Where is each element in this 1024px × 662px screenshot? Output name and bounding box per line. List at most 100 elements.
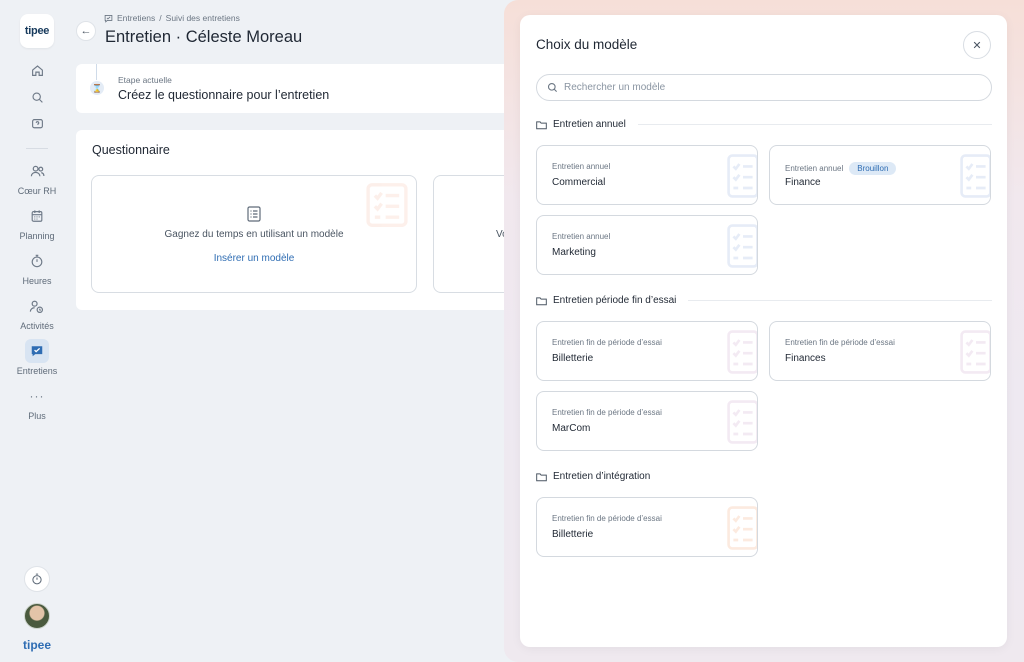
hourglass-icon: ⌛ xyxy=(90,81,104,95)
search-field[interactable] xyxy=(536,74,992,101)
interview-icon xyxy=(104,14,113,23)
template-type-text: Entretien annuel xyxy=(552,162,611,171)
template-card[interactable]: Entretien fin de période d’essai Billett… xyxy=(536,321,758,381)
use-template-option[interactable]: Gagnez du temps en utilisant un modèle I… xyxy=(91,175,417,293)
breadcrumb-item-entretiens[interactable]: Entretiens xyxy=(117,13,155,23)
template-type-text: Entretien annuel xyxy=(785,164,844,173)
template-type: Entretien annuel Brouillon xyxy=(785,162,897,175)
template-group-header: Entretien d’intégration xyxy=(536,471,992,482)
step-text: Créez le questionnaire pour l’entretien xyxy=(118,88,330,102)
checklist-watermark-icon xyxy=(727,400,757,444)
folder-icon xyxy=(536,296,547,305)
calendar-icon xyxy=(25,204,49,228)
sidebar-item-heures[interactable]: Heures xyxy=(22,249,52,286)
template-group-header: Entretien période fin d’essai xyxy=(536,295,992,306)
help-icon[interactable] xyxy=(27,114,47,134)
template-type-text: Entretien fin de période d’essai xyxy=(552,408,662,417)
sidebar-divider xyxy=(26,148,48,149)
template-card[interactable]: Entretien annuel Marketing xyxy=(536,215,758,275)
insert-template-link[interactable]: Insérer un modèle xyxy=(92,253,416,264)
group-title: Entretien d’intégration xyxy=(553,471,651,482)
checklist-watermark-icon xyxy=(960,330,990,374)
breadcrumb: Entretiens / Suivi des entretiens xyxy=(104,13,240,23)
stopwatch-icon xyxy=(25,249,49,273)
sidebar-item-label: Heures xyxy=(22,276,52,286)
folder-icon xyxy=(536,472,547,481)
checklist-watermark-icon xyxy=(727,154,757,198)
search-icon[interactable] xyxy=(27,87,47,107)
group-divider xyxy=(688,300,992,301)
close-icon: ✕ xyxy=(972,39,982,52)
page-title: Entretien · Céleste Moreau xyxy=(105,28,303,46)
search-icon xyxy=(547,82,558,93)
arrow-left-icon: ← xyxy=(80,25,92,37)
avatar[interactable] xyxy=(24,603,50,629)
sidebar-item-planning[interactable]: Planning xyxy=(19,204,55,241)
search-input[interactable] xyxy=(564,82,964,93)
template-name: Marketing xyxy=(552,247,596,258)
template-group-header: Entretien annuel xyxy=(536,119,992,130)
status-badge: Brouillon xyxy=(849,162,897,175)
template-card[interactable]: Entretien annuel Commercial xyxy=(536,145,758,205)
template-type: Entretien fin de période d’essai xyxy=(552,338,662,347)
template-card[interactable]: Entretien fin de période d’essai Billett… xyxy=(536,497,758,557)
interview-icon xyxy=(25,339,49,363)
template-type: Entretien fin de période d’essai xyxy=(552,408,662,417)
checklist-watermark-icon xyxy=(727,224,757,268)
template-name: Billetterie xyxy=(552,353,594,364)
home-icon[interactable] xyxy=(27,60,47,80)
timer-button[interactable] xyxy=(24,566,50,592)
template-type-text: Entretien fin de période d’essai xyxy=(785,338,895,347)
sidebar: tipee Cœur RH Planning Heures Activités … xyxy=(0,0,74,662)
breadcrumb-separator: / xyxy=(159,13,162,23)
stopwatch-icon xyxy=(32,573,42,585)
sidebar-item-coeur-rh[interactable]: Cœur RH xyxy=(17,159,57,196)
more-icon: ··· xyxy=(29,389,45,403)
template-choice-drawer: Choix du modèle ✕ Entretien annuel Entre… xyxy=(520,15,1007,647)
template-name: Billetterie xyxy=(552,529,594,540)
document-list-icon xyxy=(247,206,261,222)
template-type: Entretien annuel xyxy=(552,232,610,241)
sidebar-item-label: Plus xyxy=(28,411,46,421)
sidebar-item-label: Entretiens xyxy=(16,366,58,376)
drawer-title: Choix du modèle xyxy=(536,37,638,52)
questionnaire-title: Questionnaire xyxy=(92,143,170,157)
checklist-watermark-icon xyxy=(727,506,757,550)
template-card[interactable]: Entretien fin de période d’essai Finance… xyxy=(769,321,991,381)
template-type: Entretien fin de période d’essai xyxy=(785,338,895,347)
sidebar-item-activites[interactable]: Activités xyxy=(20,294,54,331)
app-logo[interactable]: tipee xyxy=(20,14,54,48)
sidebar-item-entretiens[interactable]: Entretiens xyxy=(16,339,58,376)
template-name: MarCom xyxy=(552,423,591,434)
template-type-text: Entretien fin de période d’essai xyxy=(552,338,662,347)
template-type-text: Entretien annuel xyxy=(552,232,611,241)
breadcrumb-item-suivi[interactable]: Suivi des entretiens xyxy=(166,13,240,23)
back-button[interactable]: ← xyxy=(76,21,96,41)
template-type: Entretien annuel xyxy=(552,162,610,171)
sidebar-item-plus[interactable]: ··· Plus xyxy=(25,384,49,421)
group-title: Entretien annuel xyxy=(553,119,626,130)
template-card[interactable]: Entretien fin de période d’essai MarCom xyxy=(536,391,758,451)
group-divider xyxy=(637,124,992,125)
template-name: Finances xyxy=(785,353,826,364)
template-card[interactable]: Entretien annuel Brouillon Finance xyxy=(769,145,991,205)
close-button[interactable]: ✕ xyxy=(963,31,991,59)
checklist-watermark-icon xyxy=(366,183,408,227)
bottom-logo: tipee xyxy=(22,638,51,652)
group-title: Entretien période fin d’essai xyxy=(553,295,677,306)
step-connector xyxy=(96,64,97,80)
template-name: Commercial xyxy=(552,177,606,188)
template-type-text: Entretien fin de période d’essai xyxy=(552,514,662,523)
sidebar-item-label: Cœur RH xyxy=(17,186,57,196)
sidebar-item-label: Activités xyxy=(20,321,54,331)
step-label: Etape actuelle xyxy=(118,75,172,85)
template-name: Finance xyxy=(785,177,821,188)
checklist-watermark-icon xyxy=(727,330,757,374)
people-icon xyxy=(25,159,49,183)
activity-icon xyxy=(25,294,49,318)
template-type: Entretien fin de période d’essai xyxy=(552,514,662,523)
folder-icon xyxy=(536,120,547,129)
checklist-watermark-icon xyxy=(960,154,990,198)
sidebar-item-label: Planning xyxy=(19,231,55,241)
use-template-description: Gagnez du temps en utilisant un modèle xyxy=(164,229,344,240)
